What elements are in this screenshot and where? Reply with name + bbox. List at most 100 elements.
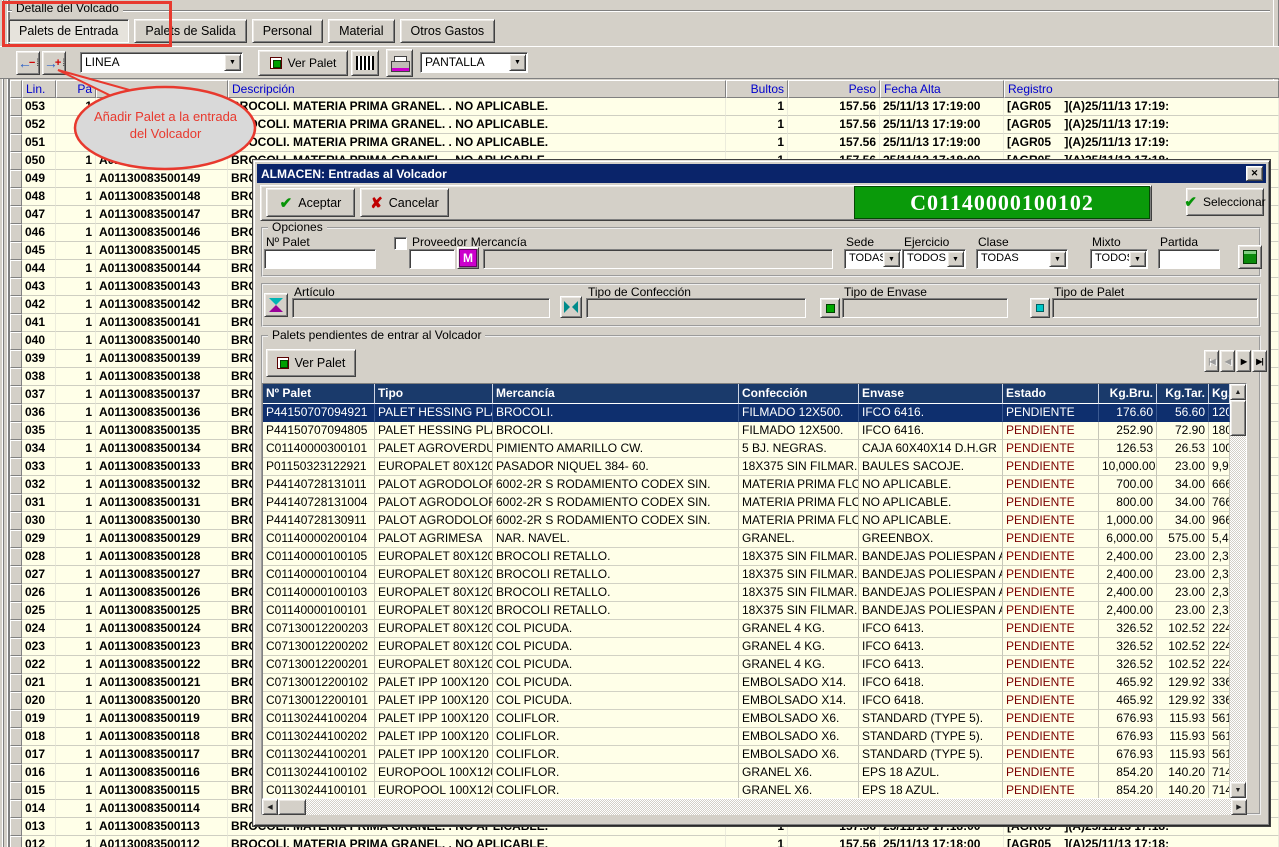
column-header[interactable]: Bultos	[726, 80, 788, 98]
ver-palet-button[interactable]: Ver Palet	[258, 50, 348, 76]
table-row[interactable]: C01140000100104EUROPALET 80X120BROCOLI R…	[263, 566, 1246, 584]
row-marker[interactable]	[10, 584, 22, 602]
nav-last-button[interactable]: ▶|	[1252, 350, 1267, 372]
table-row[interactable]: 0511A01130083500151BROCOLI. MATERIA PRIM…	[10, 134, 1279, 152]
row-marker[interactable]	[10, 278, 22, 296]
vscroll-thumb[interactable]	[1230, 400, 1246, 436]
column-header[interactable]: Kg.Tar.	[1157, 384, 1209, 404]
row-marker[interactable]	[10, 206, 22, 224]
column-header[interactable]: Registro	[1004, 80, 1279, 98]
table-row[interactable]: C07130012200102PALET IPP 100X120COL PICU…	[263, 674, 1246, 692]
table-row[interactable]: P01150323122921EUROPALET 80X120PASADOR N…	[263, 458, 1246, 476]
row-marker[interactable]	[10, 404, 22, 422]
scroll-down-icon[interactable]: ▼	[1230, 782, 1246, 798]
table-row[interactable]: C01140000300101PALET AGROVERDUIPIMIENTO …	[263, 440, 1246, 458]
row-marker[interactable]	[10, 818, 22, 836]
dialog-ver-palet-button[interactable]: Ver Palet	[266, 349, 356, 377]
clase-combobox[interactable]: TODAS ▼	[976, 249, 1068, 269]
dialog-grid-vscrollbar[interactable]: ▲ ▼	[1230, 384, 1246, 798]
nav-prev-button[interactable]: ◀	[1220, 350, 1235, 372]
row-marker[interactable]	[10, 170, 22, 188]
table-row[interactable]: 0521A01130083500152BROCOLI. MATERIA PRIM…	[10, 116, 1279, 134]
table-row[interactable]: C01130244100102EUROPOOL 100X120COLIFLOR.…	[263, 764, 1246, 782]
tab-palets-de-entrada[interactable]: Palets de Entrada	[8, 19, 129, 43]
row-marker[interactable]	[10, 134, 22, 152]
column-header[interactable]: Fecha Alta	[880, 80, 1004, 98]
articulo-lookup-button[interactable]	[264, 293, 288, 317]
proveedor-checkbox[interactable]	[394, 237, 407, 250]
row-marker[interactable]	[10, 314, 22, 332]
row-marker[interactable]	[10, 188, 22, 206]
print-button[interactable]	[386, 49, 413, 77]
row-marker[interactable]	[10, 728, 22, 746]
ejercicio-combobox[interactable]: TODOS ▼	[902, 249, 966, 269]
row-marker[interactable]	[10, 458, 22, 476]
add-palet-button[interactable]: →+⁞	[42, 51, 66, 75]
table-row[interactable]: C01140000100105EUROPALET 80X120BROCOLI R…	[263, 548, 1246, 566]
close-icon[interactable]: ✕	[1246, 166, 1263, 181]
mixto-combobox[interactable]: TODOS ▼	[1090, 249, 1148, 269]
tipo-palet-lookup-button[interactable]	[1030, 298, 1050, 318]
column-header[interactable]: Descripción	[228, 80, 726, 98]
table-row[interactable]: C07130012200201EUROPALET 80X120COL PICUD…	[263, 656, 1246, 674]
row-marker[interactable]	[10, 260, 22, 278]
tab-personal[interactable]: Personal	[252, 19, 323, 43]
partida-input[interactable]	[1158, 249, 1220, 269]
row-marker[interactable]	[10, 368, 22, 386]
row-marker[interactable]	[10, 674, 22, 692]
row-marker[interactable]	[10, 620, 22, 638]
column-header[interactable]: Peso	[788, 80, 880, 98]
nav-first-button[interactable]: |◀	[1204, 350, 1219, 372]
column-header[interactable]: Tipo	[375, 384, 493, 404]
table-row[interactable]: C01130244100101EUROPOOL 100X120COLIFLOR.…	[263, 782, 1246, 799]
scroll-up-icon[interactable]: ▲	[1230, 384, 1246, 400]
row-marker[interactable]	[10, 638, 22, 656]
tab-otros-gastos[interactable]: Otros Gastos	[400, 19, 496, 43]
proveedor-code-input[interactable]	[409, 249, 455, 269]
row-marker[interactable]	[10, 512, 22, 530]
table-row[interactable]: P44140728130911PALOT AGRODOLOR6002-2R S …	[263, 512, 1246, 530]
column-header[interactable]: Confección	[739, 384, 859, 404]
column-header[interactable]	[96, 80, 228, 98]
row-marker[interactable]	[10, 332, 22, 350]
chevron-down-icon[interactable]: ▼	[1129, 251, 1146, 267]
linea-combobox[interactable]: LINEA ▼	[80, 52, 243, 73]
row-marker[interactable]	[10, 386, 22, 404]
table-row[interactable]: C01130244100202PALET IPP 100X120COLIFLOR…	[263, 728, 1246, 746]
row-marker[interactable]	[10, 836, 22, 847]
nav-next-button[interactable]: ▶	[1236, 350, 1251, 372]
tab-material[interactable]: Material	[328, 19, 394, 43]
row-marker[interactable]	[10, 710, 22, 728]
table-row[interactable]: 0121A01130083500112BROCOLI. MATERIA PRIM…	[10, 836, 1279, 847]
row-marker[interactable]	[10, 656, 22, 674]
row-marker[interactable]	[10, 548, 22, 566]
table-row[interactable]: C01130244100204PALET IPP 100X120COLIFLOR…	[263, 710, 1246, 728]
row-marker[interactable]	[10, 764, 22, 782]
row-marker[interactable]	[10, 566, 22, 584]
sede-combobox[interactable]: TODAS ▼	[844, 249, 902, 269]
row-marker[interactable]	[10, 440, 22, 458]
table-row[interactable]: P44150707094921PALET HESSING PLABROCOLI.…	[263, 404, 1246, 422]
table-row[interactable]: 0531A01130083500153BROCOLI. MATERIA PRIM…	[10, 98, 1279, 116]
envase-lookup-button[interactable]	[820, 298, 840, 318]
pantalla-combobox[interactable]: PANTALLA ▼	[420, 52, 528, 73]
column-header[interactable]: Mercancía	[493, 384, 739, 404]
table-row[interactable]: C07130012200202EUROPALET 80X120COL PICUD…	[263, 638, 1246, 656]
npalet-input[interactable]	[264, 249, 376, 269]
table-row[interactable]: C01140000100101EUROPALET 80X120BROCOLI R…	[263, 602, 1246, 620]
row-marker[interactable]	[10, 782, 22, 800]
cancelar-button[interactable]: ✘ Cancelar	[360, 188, 449, 217]
chevron-down-icon[interactable]: ▼	[224, 54, 241, 71]
row-marker[interactable]	[10, 242, 22, 260]
table-row[interactable]: C01140000100103EUROPALET 80X120BROCOLI R…	[263, 584, 1246, 602]
table-row[interactable]: C07130012200203EUROPALET 80X120COL PICUD…	[263, 620, 1246, 638]
barcode-button[interactable]	[351, 50, 379, 76]
row-marker[interactable]	[10, 800, 22, 818]
row-marker[interactable]	[10, 602, 22, 620]
table-row[interactable]: P44140728131004PALOT AGRODOLOR6002-2R S …	[263, 494, 1246, 512]
column-header[interactable]: Estado	[1003, 384, 1099, 404]
table-row[interactable]: C01140000200104PALOT AGRIMESANAR. NAVEL.…	[263, 530, 1246, 548]
table-row[interactable]: C01130244100201PALET IPP 100X120COLIFLOR…	[263, 746, 1246, 764]
row-marker[interactable]	[10, 476, 22, 494]
row-marker[interactable]	[10, 422, 22, 440]
